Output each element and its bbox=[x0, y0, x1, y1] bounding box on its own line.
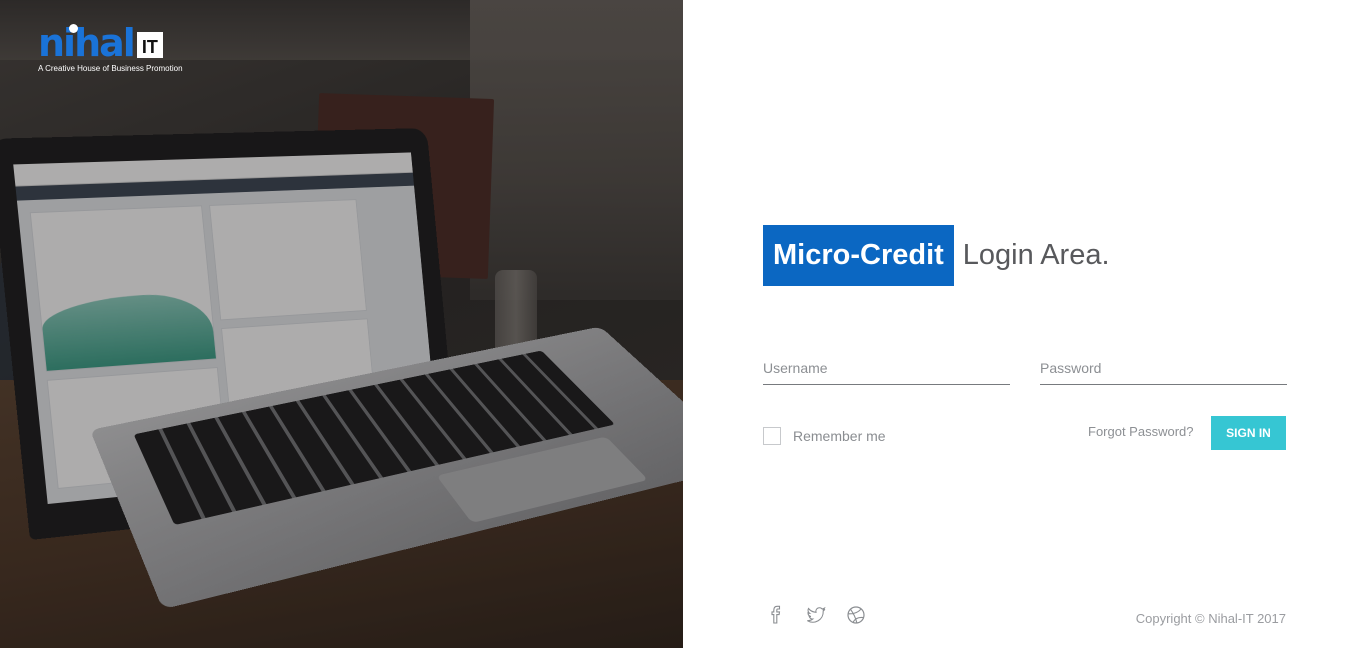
social-links bbox=[765, 604, 867, 626]
password-input[interactable] bbox=[1040, 356, 1287, 384]
logo-tagline: A Creative House of Business Promotion bbox=[38, 64, 183, 73]
brand-badge: Micro-Credit bbox=[763, 225, 954, 286]
remember-me[interactable]: Remember me bbox=[763, 427, 886, 445]
password-field bbox=[1040, 356, 1287, 385]
forgot-password-link[interactable]: Forgot Password? bbox=[1088, 424, 1194, 439]
logo-suffix: IT bbox=[136, 32, 163, 58]
page-title: Micro-Credit Login Area. bbox=[763, 225, 1110, 286]
username-input[interactable] bbox=[763, 356, 1010, 384]
sign-in-button[interactable]: SIGN IN bbox=[1211, 416, 1286, 450]
title-text: Login Area. bbox=[962, 239, 1110, 271]
logo-name: nihal bbox=[38, 21, 136, 65]
company-logo: nihal IT A Creative House of Business Pr… bbox=[38, 24, 183, 73]
facebook-icon[interactable] bbox=[765, 604, 787, 626]
remember-checkbox[interactable] bbox=[763, 427, 781, 445]
twitter-icon[interactable] bbox=[805, 604, 827, 626]
dribbble-icon[interactable] bbox=[845, 604, 867, 626]
hero-image: nihal IT A Creative House of Business Pr… bbox=[0, 0, 683, 648]
username-field bbox=[763, 356, 1010, 385]
copyright-text: Copyright © Nihal-IT 2017 bbox=[1135, 611, 1286, 626]
remember-label: Remember me bbox=[793, 428, 886, 444]
